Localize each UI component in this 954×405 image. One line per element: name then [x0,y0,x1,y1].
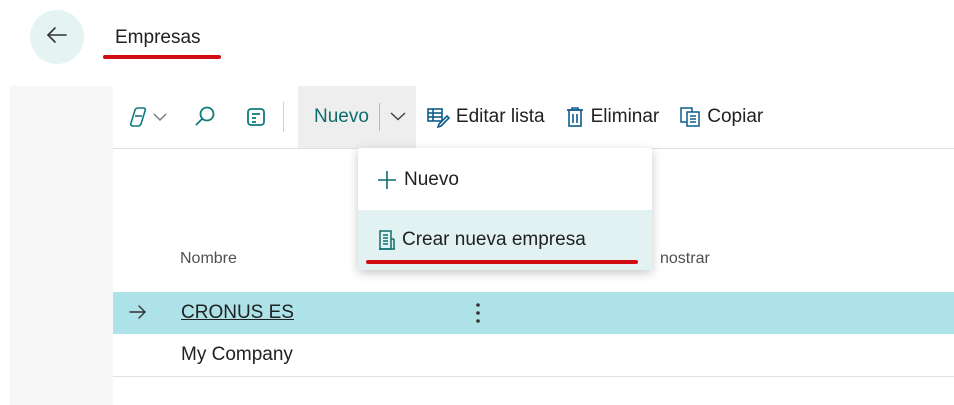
trash-icon [565,106,585,128]
building-icon [378,229,396,251]
table-row[interactable]: CRONUS ES [113,292,954,334]
row-indicator-arrow-icon [129,304,147,325]
delete-label: Eliminar [590,106,660,127]
action-toolbar: Nuevo Editar lista Eliminar Copiar [113,86,954,149]
new-split-button[interactable]: Nuevo [298,86,416,148]
copilot-icon [125,105,151,129]
arrow-left-icon [46,24,68,51]
row-menu-icon[interactable] [475,301,481,330]
page-title: Empresas [115,27,201,48]
new-button-label[interactable]: Nuevo [314,106,369,128]
edit-list-icon [426,106,450,128]
column-header-display[interactable]: nostrar [660,250,710,268]
chevron-down-icon[interactable] [390,108,406,126]
row-divider [113,376,954,377]
title-annotation-underline [103,55,221,59]
copilot-button[interactable] [125,86,167,148]
table-row[interactable]: My Company [113,334,954,376]
column-header-name[interactable]: Nombre [180,250,237,268]
copy-label: Copiar [707,106,764,127]
delete-button[interactable]: Eliminar [565,86,660,148]
new-dropdown-menu: Nuevo Crear nueva empresa [358,148,652,270]
split-divider [378,103,380,131]
plus-icon [376,169,398,191]
copy-button[interactable]: Copiar [679,86,763,148]
chevron-down-icon [153,106,167,128]
menu-item-new-label: Nuevo [404,169,459,190]
copy-icon [679,106,701,128]
view-layout-icon [245,106,267,128]
toolbar-separator [283,102,284,132]
menu-annotation-underline [366,260,638,264]
back-button[interactable] [30,10,84,64]
search-icon [193,105,217,129]
company-name-cell[interactable]: My Company [181,344,293,366]
search-button[interactable] [193,86,217,148]
view-layout-button[interactable] [245,86,267,148]
edit-list-button[interactable]: Editar lista [426,86,545,148]
company-name-link[interactable]: CRONUS ES [181,302,294,324]
menu-item-create-company-label: Crear nueva empresa [402,229,586,250]
edit-list-label: Editar lista [455,106,545,127]
menu-item-new[interactable]: Nuevo [358,150,652,210]
